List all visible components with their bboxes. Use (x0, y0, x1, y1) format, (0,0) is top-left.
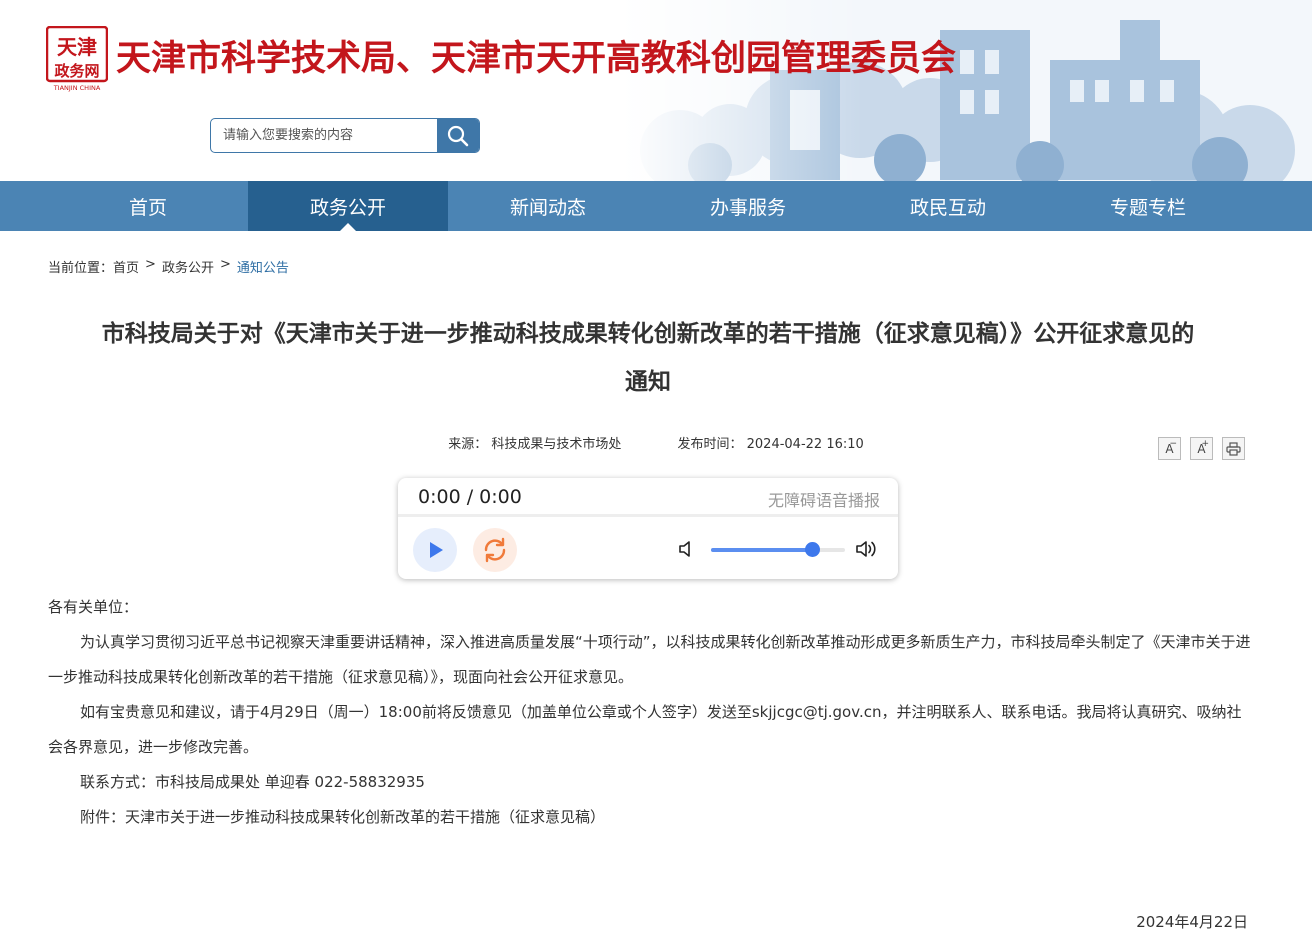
print-button[interactable] (1222, 437, 1245, 460)
article-attachment-link[interactable]: 附件：天津市关于进一步推动科技成果转化创新改革的若干措施（征求意见稿） (48, 800, 1252, 835)
breadcrumb-home[interactable]: 首页 (113, 257, 139, 276)
font-smaller-button[interactable]: A − (1158, 437, 1181, 460)
font-larger-button[interactable]: A + (1190, 437, 1213, 460)
site-header: 天津 政务网 TIANJIN CHINA 天津市科学技术局、天津市天开高教科创园… (0, 0, 1312, 181)
volume-high-icon[interactable] (855, 539, 879, 559)
logo-text-bottom: 政务网 (54, 62, 99, 80)
search-bar (210, 118, 480, 153)
breadcrumb-prefix: 当前位置： (48, 261, 114, 276)
play-icon (430, 542, 443, 558)
search-input[interactable] (211, 119, 438, 152)
nav-item-interaction[interactable]: 政民互动 (848, 181, 1048, 231)
nav-item-topics[interactable]: 专题专栏 (1048, 181, 1248, 231)
font-smaller-sign: − (1169, 439, 1177, 449)
accessibility-audio-player: 0:00 / 0:00 无障碍语音播报 (398, 478, 898, 579)
volume-slider[interactable] (711, 542, 845, 557)
player-label: 无障碍语音播报 (767, 491, 880, 510)
nav-item-services[interactable]: 办事服务 (648, 181, 848, 231)
nav-item-home[interactable]: 首页 (48, 181, 248, 231)
printer-icon (1226, 441, 1241, 456)
article-meta: 来源： 科技成果与技术市场处 发布时间： 2024-04-22 16:10 (0, 433, 1312, 452)
article-paragraph: 为认真学习贯彻习近平总书记视察天津重要讲话精神，深入推进高质量发展“十项行动”，… (48, 633, 1251, 686)
site-title: 天津市科学技术局、天津市天开高教科创园管理委员会 (116, 38, 957, 79)
nav-item-news[interactable]: 新闻动态 (448, 181, 648, 231)
breadcrumb-notices[interactable]: 通知公告 (237, 257, 289, 276)
breadcrumb: 当前位置： 首页 > 政务公开 > 通知公告 (48, 257, 289, 276)
breadcrumb-separator: > (219, 257, 231, 272)
volume-slider-fill (711, 548, 812, 552)
header-building-illustration (620, 0, 1312, 181)
article-title: 市科技局关于对《天津市关于进一步推动科技成果转化创新改革的若干措施（征求意见稿）… (101, 321, 1195, 395)
logo-text-top: 天津 (57, 35, 97, 59)
article-salutation: 各有关单位： (48, 598, 139, 616)
play-button[interactable] (413, 528, 457, 572)
loop-button[interactable] (473, 528, 517, 572)
article-contact: 联系方式：市科技局成果处 单迎春 022-58832935 (80, 773, 425, 791)
main-nav: 首页 政务公开 新闻动态 办事服务 政民互动 专题专栏 (0, 181, 1312, 231)
article-sign-date: 2024年4月22日 (1136, 913, 1248, 931)
tianjin-logo-seal: 天津 政务网 TIANJIN CHINA (46, 26, 108, 92)
volume-low-icon[interactable] (678, 540, 696, 558)
article-source: 来源： 科技成果与技术市场处 (448, 437, 622, 452)
article-body: 各有关单位： 为认真学习贯彻习近平总书记视察天津重要讲话精神，深入推进高质量发展… (48, 590, 1252, 835)
breadcrumb-separator: > (145, 257, 156, 272)
breadcrumb-government-affairs[interactable]: 政务公开 (162, 257, 214, 276)
player-time: 0:00 / 0:00 (418, 486, 522, 508)
loop-icon (484, 537, 506, 563)
search-icon (447, 125, 469, 146)
article-paragraph: 如有宝贵意见和建议，请于4月29日（周一）18:00前将反馈意见（加盖单位公章或… (48, 703, 1242, 756)
article-tools: A − A + (1158, 437, 1245, 460)
logo-caption: TIANJIN CHINA (53, 84, 101, 92)
font-larger-sign: + (1201, 439, 1209, 449)
search-button[interactable] (437, 119, 479, 152)
player-divider (398, 514, 898, 517)
volume-slider-handle[interactable] (804, 542, 820, 557)
nav-item-government-affairs[interactable]: 政务公开 (248, 181, 448, 231)
article-publish-time: 发布时间： 2024-04-22 16:10 (677, 437, 864, 452)
